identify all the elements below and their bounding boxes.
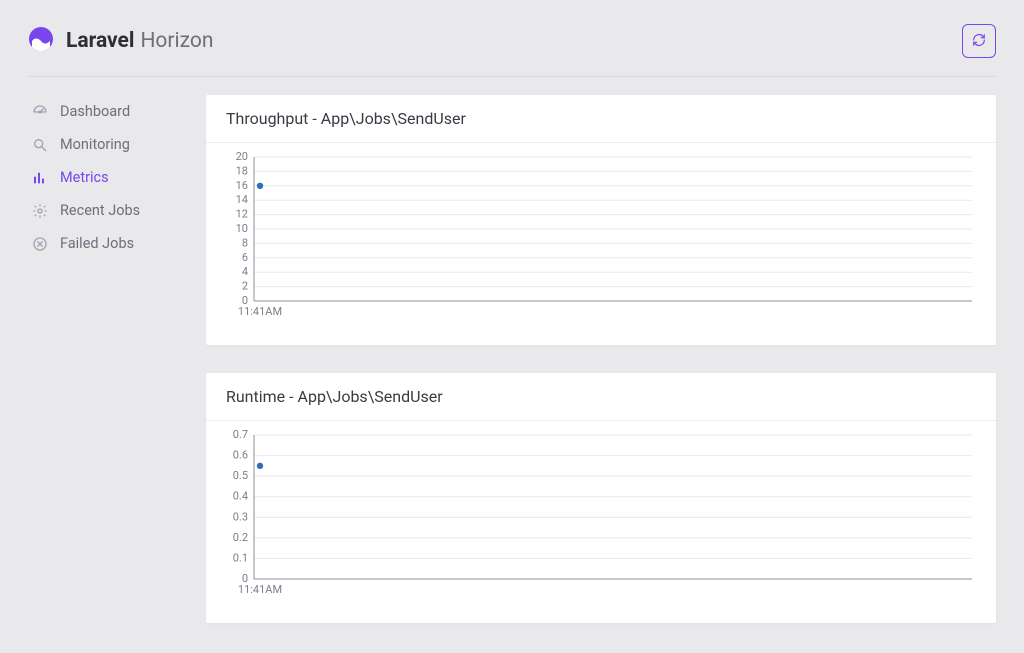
sidebar-item-label: Dashboard — [60, 103, 130, 120]
gauge-icon — [32, 104, 48, 120]
svg-text:11:41AM: 11:41AM — [238, 583, 282, 596]
svg-text:8: 8 — [242, 236, 248, 249]
svg-text:14: 14 — [236, 193, 248, 206]
sidebar: Dashboard Monitoring Metrics Recent Jobs — [28, 95, 178, 651]
card-title: Throughput - App\Jobs\SendUser — [206, 95, 996, 143]
sidebar-item-failed-jobs[interactable]: Failed Jobs — [28, 227, 178, 260]
brand-light: Horizon — [140, 29, 213, 53]
svg-text:2: 2 — [242, 280, 248, 293]
refresh-button[interactable] — [962, 24, 996, 58]
svg-text:0.2: 0.2 — [233, 531, 248, 544]
card-runtime: Runtime - App\Jobs\SendUser 00.10.20.30.… — [206, 373, 996, 623]
svg-text:20: 20 — [236, 151, 248, 163]
sidebar-item-label: Failed Jobs — [60, 235, 134, 252]
throughput-chart: 0246810121416182011:41AM — [224, 151, 978, 323]
sidebar-item-metrics[interactable]: Metrics — [28, 161, 178, 194]
gear-icon — [32, 203, 48, 219]
sidebar-item-dashboard[interactable]: Dashboard — [28, 95, 178, 128]
brand: Laravel Horizon — [28, 26, 213, 56]
svg-text:0.1: 0.1 — [233, 551, 248, 564]
svg-text:0.6: 0.6 — [233, 449, 248, 462]
horizon-logo-icon — [28, 26, 54, 56]
svg-text:11:41AM: 11:41AM — [238, 305, 282, 318]
runtime-chart: 00.10.20.30.40.50.60.711:41AM — [224, 429, 978, 601]
svg-text:0.4: 0.4 — [233, 490, 248, 503]
header: Laravel Horizon — [28, 18, 996, 77]
refresh-icon — [972, 33, 986, 50]
sidebar-item-label: Recent Jobs — [60, 202, 140, 219]
bars-icon — [32, 170, 48, 186]
brand-bold: Laravel — [66, 29, 134, 53]
svg-text:6: 6 — [242, 251, 248, 264]
search-icon — [32, 137, 48, 153]
x-circle-icon — [32, 236, 48, 252]
sidebar-item-monitoring[interactable]: Monitoring — [28, 128, 178, 161]
sidebar-item-label: Monitoring — [60, 136, 130, 153]
svg-text:12: 12 — [236, 208, 248, 221]
brand-text: Laravel Horizon — [66, 29, 213, 53]
svg-text:10: 10 — [236, 222, 248, 235]
svg-text:18: 18 — [236, 164, 248, 177]
sidebar-item-recent-jobs[interactable]: Recent Jobs — [28, 194, 178, 227]
svg-text:0.5: 0.5 — [233, 469, 248, 482]
svg-text:16: 16 — [236, 179, 248, 192]
card-title: Runtime - App\Jobs\SendUser — [206, 373, 996, 421]
card-throughput: Throughput - App\Jobs\SendUser 024681012… — [206, 95, 996, 345]
svg-text:0.7: 0.7 — [233, 429, 248, 441]
svg-text:4: 4 — [242, 265, 248, 278]
svg-text:0.3: 0.3 — [233, 510, 248, 523]
main-content: Throughput - App\Jobs\SendUser 024681012… — [206, 95, 996, 651]
sidebar-item-label: Metrics — [60, 169, 109, 186]
